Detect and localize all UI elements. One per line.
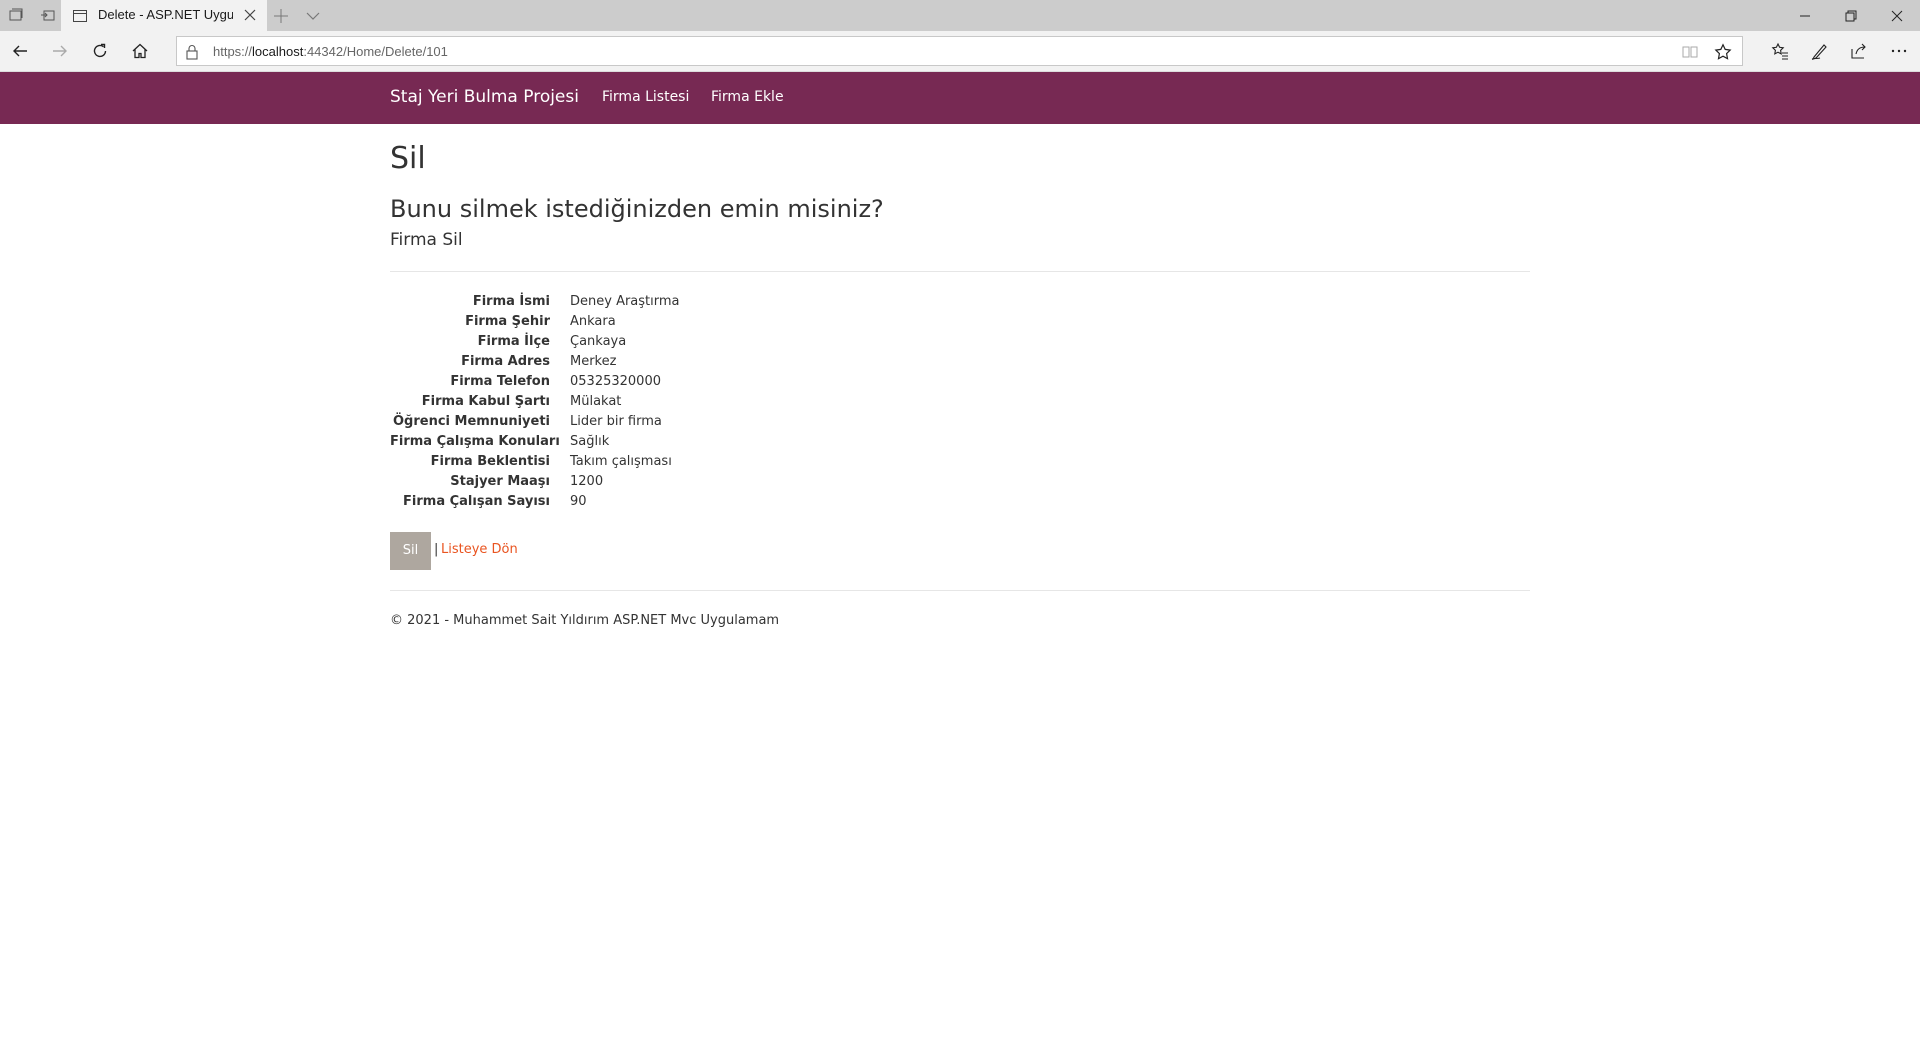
refresh-icon[interactable] [89,40,111,62]
back-arrow-icon[interactable] [9,40,31,62]
details-list: Firma İsmi Deney Araştırma Firma Şehir Ank… [390,292,990,512]
section-subtitle: Firma Sil [390,230,463,250]
nav-firma-ekle[interactable]: Firma Ekle [711,89,784,105]
field-label: Firma Çalışma Konuları [390,434,560,449]
field-label: Firma İsmi [472,294,550,309]
field-label: Firma İlçe [477,334,550,349]
chevron-down-icon[interactable] [304,7,322,25]
close-tab-icon[interactable] [242,7,258,23]
field-value: 1200 [570,474,604,489]
field-value: Deney Araştırma [570,294,680,309]
browser-tab-bar: Delete - ASP.NET Uygul [0,0,1920,31]
tabs-aside-icon[interactable] [8,7,26,25]
detail-row: Firma Çalışan Sayısı 90 [390,492,990,512]
page-title: Sil [390,141,426,176]
field-label: Firma Adres [461,354,550,369]
confirm-question: Bunu silmek istediğinizden emin misiniz? [390,195,884,223]
pen-icon[interactable] [1809,40,1831,62]
field-label: Öğrenci Memnuniyeti [392,414,550,429]
nav-firma-listesi[interactable]: Firma Listesi [602,89,689,105]
field-label: Firma Şehir [465,314,550,329]
page-icon [72,8,88,24]
new-tab-icon[interactable] [272,7,290,25]
detail-row: Firma Telefon 05325320000 [390,372,990,392]
close-window-icon[interactable] [1874,0,1920,31]
detail-row: Firma Adres Merkez [390,352,990,372]
divider [390,271,1530,272]
forward-arrow-icon[interactable] [49,40,71,62]
field-label: Firma Beklentisi [430,454,550,469]
detail-row: Firma Kabul Şartı Mülakat [390,392,990,412]
favorite-star-icon[interactable] [1714,43,1732,61]
share-icon[interactable] [1848,40,1870,62]
field-value: Sağlık [570,434,610,449]
address-bar[interactable]: https://localhost:44342/Home/Delete/101 [176,36,1743,66]
detail-row: Öğrenci Memnuniyeti Lider bir firma [390,412,990,432]
url-host: localhost [252,44,304,59]
site-navbar: Staj Yeri Bulma Projesi Firma Listesi Fi… [0,72,1920,124]
lock-icon[interactable] [185,44,199,60]
field-label: Firma Kabul Şartı [421,394,550,409]
url-scheme: https:// [213,44,253,59]
home-icon[interactable] [129,40,151,62]
detail-row: Stajyer Maaşı 1200 [390,472,990,492]
detail-row: Firma İlçe Çankaya [390,332,990,352]
delete-button[interactable]: Sil [390,532,431,570]
field-label: Firma Telefon [450,374,550,389]
field-value: Ankara [570,314,616,329]
field-value: Çankaya [570,334,627,349]
field-label: Stajyer Maaşı [450,474,550,489]
detail-row: Firma Şehir Ankara [390,312,990,332]
tab-title: Delete - ASP.NET Uygul [98,7,233,22]
more-icon[interactable] [1888,40,1910,62]
field-value: Takım çalışması [570,454,672,469]
set-tabs-aside-icon[interactable] [40,7,58,25]
detail-row: Firma İsmi Deney Araştırma [390,292,990,312]
field-value: Lider bir firma [570,414,662,429]
field-label: Firma Çalışan Sayısı [403,494,550,509]
detail-row: Firma Beklentisi Takım çalışması [390,452,990,472]
minimize-icon[interactable] [1782,0,1828,31]
detail-row: Firma Çalışma Konuları Sağlık [390,432,990,452]
field-value: Mülakat [570,394,622,409]
favorites-hub-icon[interactable] [1769,40,1791,62]
field-value: Merkez [570,354,617,369]
field-value: 90 [570,494,587,509]
browser-toolbar: https://localhost:44342/Home/Delete/101 [0,31,1920,72]
restore-icon[interactable] [1828,0,1874,31]
url-path: :44342/Home/Delete/101 [303,44,448,59]
brand-link[interactable]: Staj Yeri Bulma Projesi [390,87,579,107]
url-text[interactable]: https://localhost:44342/Home/Delete/101 [213,44,448,59]
back-to-list-link[interactable]: Listeye Dön [441,542,518,557]
separator: | [434,542,439,557]
reading-view-icon[interactable] [1682,44,1698,60]
footer-text: © 2021 - Muhammet Sait Yıldırım ASP.NET … [390,613,780,628]
active-tab[interactable]: Delete - ASP.NET Uygul [61,0,267,31]
field-value: 05325320000 [570,374,661,389]
footer-divider [390,590,1530,591]
